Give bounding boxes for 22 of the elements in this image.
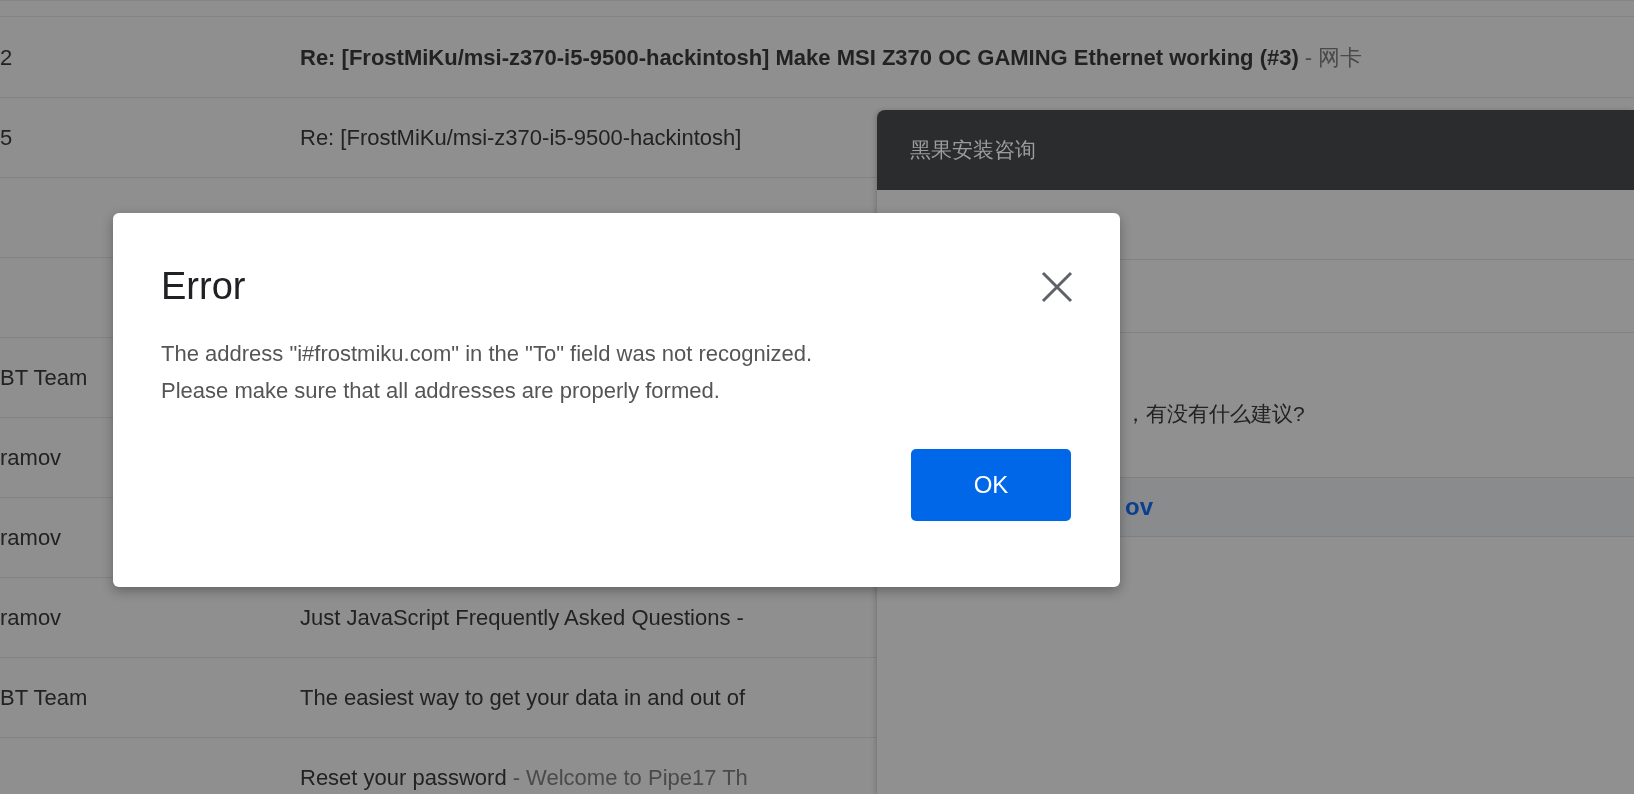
compose-title: 黑果安装咨询 <box>910 137 1036 164</box>
email-snippet: - 网卡 <box>1304 44 1363 72</box>
dialog-message: The address "i#frostmiku.com" in the "To" field was not recognized. <box>161 340 814 368</box>
ok-button[interactable]: OK <box>911 449 1071 521</box>
email-subject[interactable]: Just JavaScript Frequently Asked Questions - <box>300 601 744 634</box>
email-subject[interactable]: The easiest way to get your data in and out of <box>300 681 746 714</box>
compose-body-text: ，有没有什么建议? <box>1125 400 1305 427</box>
sender-name: ramov <box>0 605 62 630</box>
sender-name: 5 <box>0 125 13 150</box>
email-snippet: - Welcome to Pipe17 Th <box>512 764 748 792</box>
email-subject[interactable]: Reset your password <box>300 761 507 794</box>
dialog-title: Error <box>161 264 246 309</box>
signature-link[interactable]: ov <box>1125 489 1153 525</box>
sender-name: ramov <box>0 445 62 470</box>
email-subject[interactable]: Re: [FrostMiKu/msi-z370-i5-9500-hackintosh] Make MSI Z370 OC GAMING Ethernet working (#3) <box>300 41 1299 74</box>
sender-name: BT Team <box>0 685 88 710</box>
dialog-message: Please make sure that all addresses are properly formed. <box>161 377 721 405</box>
close-icon <box>1041 270 1073 303</box>
sender-name: ramov <box>0 525 62 550</box>
email-subject[interactable]: Re: [FrostMiKu/msi-z370-i5-9500-hackintosh] <box>300 121 742 154</box>
sender-name: 2 <box>0 45 13 70</box>
sender-name: BT Team <box>0 365 88 390</box>
